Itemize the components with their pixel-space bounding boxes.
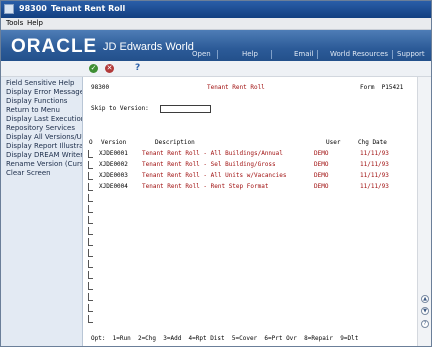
banner-divider	[392, 50, 393, 59]
banner-link-open[interactable]: Open	[192, 50, 211, 58]
sidebar-item-functions[interactable]: Display Functions	[6, 97, 67, 105]
row-version: XJDE0002	[99, 161, 128, 168]
window-code: 98300	[19, 4, 47, 13]
banner-divider	[271, 50, 272, 59]
option-field[interactable]	[88, 205, 93, 213]
window-title: Tenant Rent Roll	[51, 4, 126, 13]
sidebar-item-last-execution[interactable]: Display Last Execution/	[6, 115, 82, 123]
menu-tools[interactable]: Tools	[6, 19, 23, 27]
option-field[interactable]	[88, 293, 93, 301]
form-id: Form P15421	[360, 84, 404, 91]
banner-link-email[interactable]: Email	[294, 50, 313, 58]
scroll-down-icon[interactable]: ▼	[421, 307, 429, 315]
banner-divider	[217, 50, 218, 59]
option-field[interactable]	[88, 161, 93, 169]
row-version: XJDE0003	[99, 172, 128, 179]
header-chg-date: Chg Date	[358, 139, 387, 146]
app-window: 98300 Tenant Rent Roll Tools Help ORACLE…	[0, 0, 432, 347]
option-field[interactable]	[88, 271, 93, 279]
option-field[interactable]	[88, 183, 93, 191]
form-title: Tenant Rent Roll	[207, 84, 265, 91]
row-chg-date: 11/11/93	[360, 161, 389, 168]
help-icon[interactable]: ?	[135, 63, 140, 73]
sidebar-item-clear-screen[interactable]: Clear Screen	[6, 169, 51, 177]
sidebar-item-all-versions[interactable]: Display All Versions/Us	[6, 133, 82, 141]
banner-link-support[interactable]: Support	[397, 50, 425, 58]
banner-link-help[interactable]: Help	[242, 50, 258, 58]
option-field[interactable]	[88, 260, 93, 268]
banner-link-world-resources[interactable]: World Resources	[330, 50, 388, 58]
row-chg-date: 11/11/93	[360, 183, 389, 190]
row-user: DEMO	[314, 172, 329, 179]
skip-version-input[interactable]	[160, 105, 211, 113]
row-version: XJDE0001	[99, 150, 128, 157]
header-description: Description	[155, 139, 195, 146]
option-field[interactable]	[88, 172, 93, 180]
scroll-help-icon[interactable]: ?	[421, 320, 429, 328]
oracle-logo: ORACLE	[11, 36, 98, 57]
menu-bar: Tools Help	[1, 18, 431, 30]
row-chg-date: 11/11/93	[360, 150, 389, 157]
header-user: User	[326, 139, 341, 146]
banner-divider	[317, 50, 318, 59]
row-description: Tenant Rent Roll - All Buildings/Annual	[142, 150, 283, 157]
sidebar-item-error-message[interactable]: Display Error Message	[6, 88, 82, 96]
option-field[interactable]	[88, 150, 93, 158]
x-icon[interactable]: ✕	[105, 64, 114, 73]
row-description: Tenant Rent Roll - All Units w/Vacancies	[142, 172, 287, 179]
row-description: Tenant Rent Roll - Rent Step Format	[142, 183, 269, 190]
option-field[interactable]	[88, 238, 93, 246]
option-field[interactable]	[88, 315, 93, 323]
row-chg-date: 11/11/93	[360, 172, 389, 179]
sidebar-item-rename-version[interactable]: Rename Version (Cursc	[6, 160, 82, 168]
page-scroller: ▲ ▼ ?	[417, 77, 431, 346]
header-option: O	[89, 139, 93, 146]
menu-help[interactable]: Help	[27, 19, 43, 27]
sidebar-item-field-help[interactable]: Field Sensitive Help	[6, 79, 74, 87]
toolbar: ✓ ✕ ?	[1, 61, 431, 77]
title-bar: 98300 Tenant Rent Roll	[1, 1, 431, 18]
row-user: DEMO	[314, 183, 329, 190]
option-field[interactable]	[88, 227, 93, 235]
sidebar-item-repository[interactable]: Repository Services	[6, 124, 75, 132]
row-description: Tenant Rent Roll - Sel Building/Gross	[142, 161, 276, 168]
oracle-banner: ORACLE JD Edwards World Open Help Email …	[1, 30, 431, 61]
sidebar-item-dream-writer[interactable]: Display DREAM Writer I	[6, 151, 82, 159]
form-area: 98300 Tenant Rent Roll Form P15421 Skip …	[83, 77, 417, 346]
header-version: Version	[101, 139, 127, 146]
option-field[interactable]	[88, 282, 93, 290]
row-user: DEMO	[314, 150, 329, 157]
app-icon	[4, 4, 14, 14]
product-name: JD Edwards World	[103, 41, 194, 53]
sidebar-item-report-illustration[interactable]: Display Report Illustrati	[6, 142, 82, 150]
row-user: DEMO	[314, 161, 329, 168]
option-field[interactable]	[88, 304, 93, 312]
row-version: XJDE0004	[99, 183, 128, 190]
option-field[interactable]	[88, 216, 93, 224]
check-icon[interactable]: ✓	[89, 64, 98, 73]
program-id: 98300	[91, 84, 110, 91]
option-field[interactable]	[88, 194, 93, 202]
options-legend: Opt: 1=Run 2=Chg 3=Add 4=Rpt Dist 5=Cove…	[91, 335, 359, 342]
skip-version-label: Skip to Version:	[91, 105, 149, 112]
sidebar-item-return-menu[interactable]: Return to Menu	[6, 106, 60, 114]
scroll-up-icon[interactable]: ▲	[421, 295, 429, 303]
sidebar: Field Sensitive Help Display Error Messa…	[1, 77, 83, 346]
option-field[interactable]	[88, 249, 93, 257]
